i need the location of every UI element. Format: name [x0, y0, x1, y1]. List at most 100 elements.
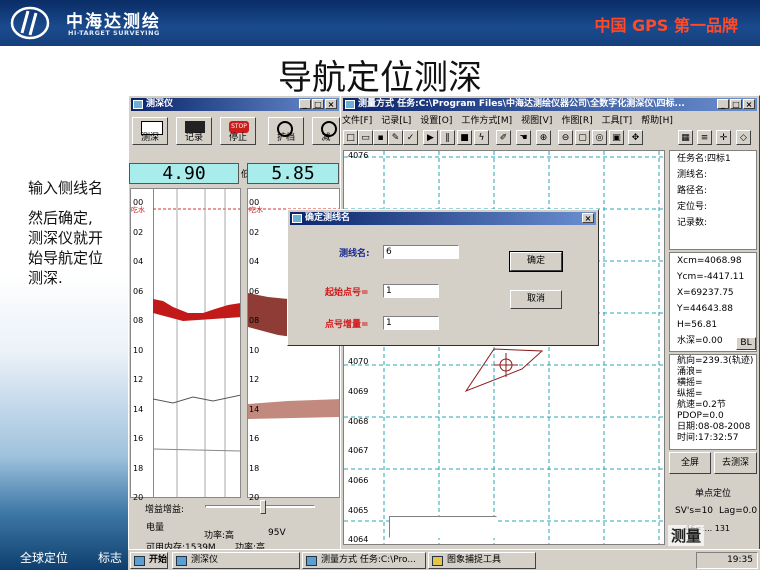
draft-mark: 吃水 [249, 206, 263, 214]
gain-label: 增益增益: [145, 505, 185, 515]
start-button[interactable]: 开始 [130, 552, 168, 569]
taskbar-survey[interactable]: 测量方式 任务:C:\Pro... [302, 552, 426, 569]
info-speed: 航速=0.2节 [677, 400, 726, 410]
stop-icon[interactable]: ■ [457, 130, 472, 145]
y-axis-label: 4065 [348, 505, 369, 515]
line-name-label: 测线名: [339, 249, 370, 259]
gain-slider[interactable] [205, 500, 315, 514]
fullscreen-button[interactable]: 全屏 [669, 452, 711, 474]
side-text-5: 测深. [28, 269, 63, 287]
info-path-name: 路径名: [677, 186, 708, 196]
menu-mode[interactable]: 工作方式[M] [461, 113, 512, 126]
grid-icon[interactable]: ▦ [678, 130, 693, 145]
taskbar-capture[interactable]: 图象捕捉工具 [428, 552, 536, 569]
zoom-out-icon[interactable]: ⊖ [558, 130, 573, 145]
status-box [389, 516, 497, 538]
fix-type: 单点定位 [695, 489, 732, 499]
menu-file[interactable]: 文件[F] [342, 113, 372, 126]
ok-button[interactable]: 确定 [509, 251, 563, 272]
info-heading: 航向=239.3(轨迹) [677, 356, 754, 366]
play-icon[interactable]: ▶ [423, 130, 438, 145]
dialog-titlebar: 确定测线名 × [290, 212, 596, 225]
depth-scale-label: 18 [249, 463, 260, 473]
expand-range-button[interactable]: 扩档 [268, 117, 304, 145]
company-logo-icon [10, 6, 50, 40]
info-task-name: 任务名:四标1 [677, 154, 731, 164]
slide-header: 中海达测绘 HI-TARGET SURVEYING 中国 GPS 第一品牌 [0, 0, 760, 46]
depth-scale-label: 08 [133, 316, 144, 325]
cancel-button[interactable]: 取消 [510, 290, 562, 309]
window-icon[interactable]: ▣ [609, 130, 624, 145]
survey-app-icon [306, 556, 317, 566]
maximize-icon[interactable]: □ [730, 99, 742, 109]
list-icon[interactable]: ≡ [697, 130, 712, 145]
y-axis-label: 4066 [348, 476, 369, 485]
stop-button[interactable]: STOP 停止 [220, 117, 256, 145]
lightning-icon[interactable]: ϟ [474, 130, 489, 145]
power-label: 电量 [146, 523, 165, 533]
side-text-4: 始导航定位 [28, 249, 104, 267]
depth-scale-label: 16 [133, 434, 144, 443]
info-pdop: PDOP=0.0 [677, 411, 724, 421]
minimize-icon[interactable]: _ [299, 99, 311, 109]
diamond-icon[interactable]: ◇ [736, 130, 751, 145]
menu-settings[interactable]: 设置[O] [420, 113, 452, 126]
dialog-close-icon[interactable]: × [582, 213, 594, 223]
depth-scale-label: 02 [249, 227, 260, 237]
taskbar-sounder[interactable]: 测深仪 [172, 552, 300, 569]
maximize-icon[interactable]: □ [312, 99, 324, 109]
nav-panel: 航向=239.3(轨迹) 涌浪= 横摇= 纵摇= 航速=0.2节 PDOP=0.… [669, 354, 757, 450]
depth-scale-label: 06 [249, 286, 260, 296]
pen-icon[interactable]: ✐ [496, 130, 511, 145]
go-sounder-button[interactable]: 去测深 [714, 452, 757, 474]
save-icon[interactable]: ▪ [373, 130, 388, 145]
zoom-in-icon[interactable]: ⊕ [536, 130, 551, 145]
start-point-input[interactable]: 1 [383, 284, 439, 298]
info-heave: 涌浪= [677, 367, 703, 377]
sv-count: SV's=10 [675, 506, 714, 516]
hand-icon[interactable]: ☚ [516, 130, 531, 145]
dialog-icon [292, 214, 302, 223]
bottom-nav-1[interactable]: 全球定位 [20, 549, 68, 566]
app-icon [345, 100, 355, 109]
menu-draw[interactable]: 作图[R] [561, 113, 592, 126]
menu-view[interactable]: 视图[V] [521, 113, 552, 126]
line-name-input[interactable]: 6 [383, 245, 459, 259]
reduce-range-button[interactable]: 减 [312, 117, 340, 145]
watermark: 测量 [668, 525, 705, 546]
y-axis-label: 4067 [348, 446, 369, 456]
depth-scale-label: 12 [249, 375, 260, 384]
pan-icon[interactable]: ✥ [628, 130, 643, 145]
depth-readout-low: 4.90 [129, 163, 239, 184]
check-icon[interactable]: ✓ [403, 130, 418, 145]
logo-subtext: HI-TARGET SURVEYING [68, 29, 160, 37]
close-icon[interactable]: × [325, 99, 337, 109]
depth-scale-label: 20 [249, 493, 260, 502]
increment-input[interactable]: 1 [383, 316, 439, 330]
record-button[interactable]: 记录 [176, 117, 212, 145]
y-axis-label: 4070 [348, 357, 369, 367]
edit-icon[interactable]: ✎ [388, 130, 403, 145]
menu-help[interactable]: 帮助[H] [641, 113, 673, 126]
slogan: 中国 GPS 第一品牌 [594, 16, 738, 35]
minimize-icon[interactable]: _ [717, 99, 729, 109]
sound-button[interactable]: 测深 [132, 117, 168, 145]
gain-slider-thumb[interactable] [260, 500, 266, 514]
open-icon[interactable]: ▭ [358, 130, 373, 145]
zoom-all-icon[interactable]: ◎ [592, 130, 607, 145]
info-line-name: 测线名: [677, 170, 708, 180]
menu-record[interactable]: 记录[L] [381, 113, 411, 126]
info-time: 时间:17:32:57 [677, 433, 739, 443]
bl-button[interactable]: BL [736, 337, 756, 350]
info-pitch: 纵摇= [677, 389, 703, 399]
zoom-box-icon[interactable]: ▢ [575, 130, 590, 145]
menu-tools[interactable]: 工具[T] [602, 113, 633, 126]
close-icon[interactable]: × [743, 99, 755, 109]
echogram-low [130, 188, 241, 498]
bottom-nav-2[interactable]: 标志 [98, 549, 122, 566]
info-xcm: Xcm=4068.98 [677, 256, 742, 266]
info-ycm: Ycm=-4417.11 [677, 272, 745, 282]
new-icon[interactable]: □ [343, 130, 358, 145]
pause-icon[interactable]: ‖ [440, 130, 455, 145]
cross-icon[interactable]: ✛ [716, 130, 731, 145]
